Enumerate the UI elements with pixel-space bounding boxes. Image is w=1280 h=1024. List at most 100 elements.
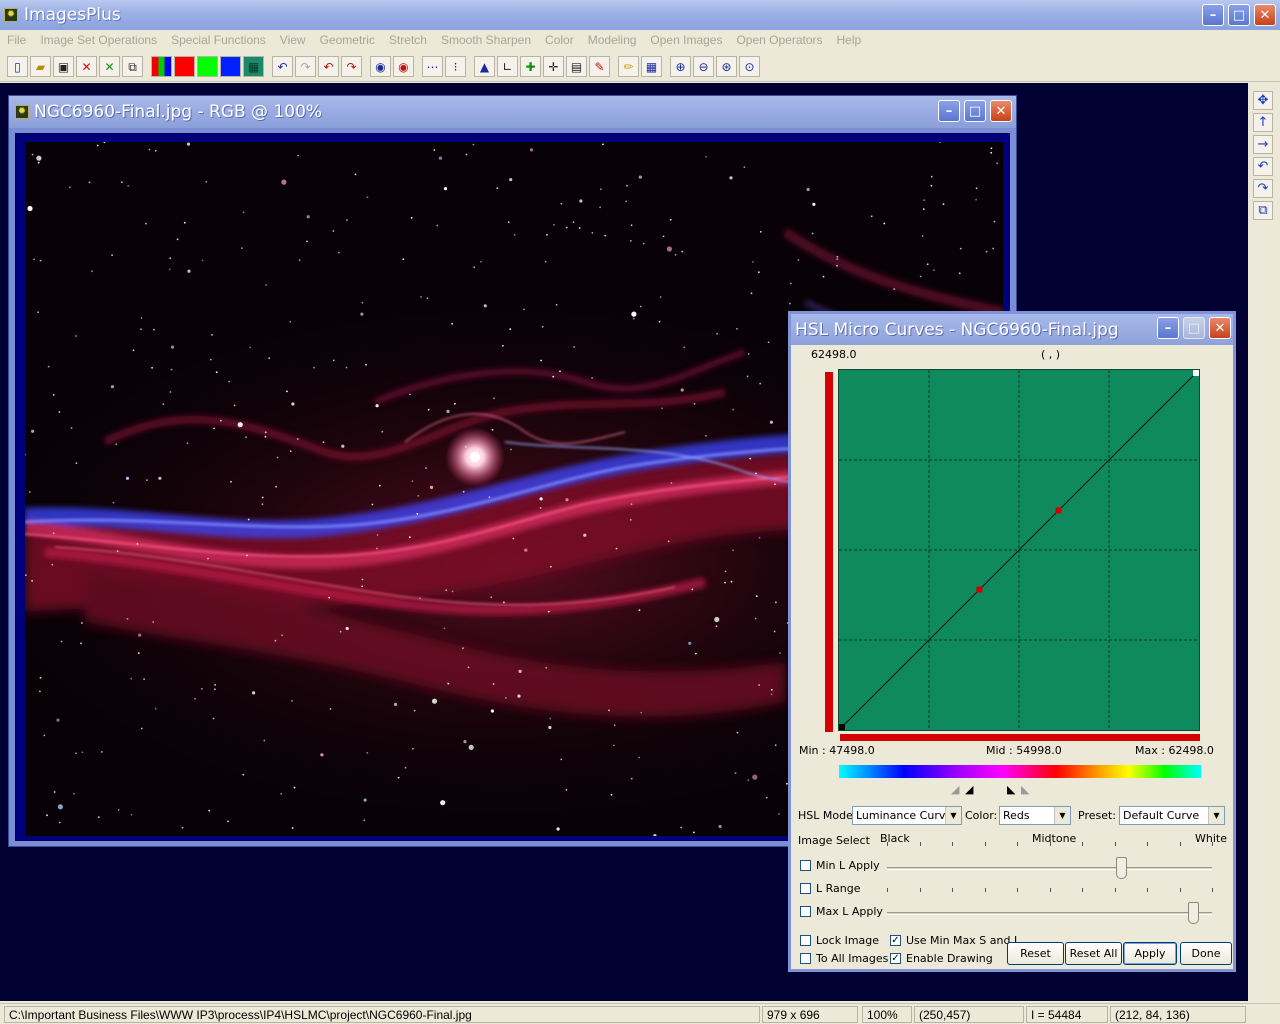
- menu-special-functions[interactable]: Special Functions: [164, 33, 273, 47]
- green-channel-icon[interactable]: [197, 56, 218, 77]
- use-min-max-checkbox[interactable]: ✓: [890, 935, 901, 946]
- curve-control-point[interactable]: [976, 586, 983, 593]
- image-window-titlebar[interactable]: ✹ NGC6960-Final.jpg - RGB @ 100%: [9, 96, 1016, 128]
- paint-icon[interactable]: ✎: [589, 56, 610, 77]
- slider-thumb[interactable]: [1116, 857, 1127, 879]
- rotate-right-icon[interactable]: ↷: [1253, 179, 1273, 198]
- dialog-close-button[interactable]: ✕: [1209, 317, 1231, 339]
- plus-icon[interactable]: ✚: [520, 56, 541, 77]
- save-icon[interactable]: ▣: [53, 56, 74, 77]
- copy-icon[interactable]: ⧉: [1253, 201, 1273, 220]
- min-l-apply-checkbox[interactable]: [800, 860, 811, 871]
- arrow-up-icon[interactable]: ↑: [1253, 113, 1273, 132]
- table-icon[interactable]: ▦: [641, 56, 662, 77]
- slider-thumb[interactable]: [1187, 902, 1199, 924]
- l-range-checkbox[interactable]: [800, 883, 811, 894]
- close-red-icon[interactable]: ✕: [76, 56, 97, 77]
- menu-view[interactable]: View: [273, 33, 313, 47]
- enable-drawing-checkbox[interactable]: ✓: [890, 953, 901, 964]
- hue-marker-right-grey-icon[interactable]: ◣: [1021, 784, 1029, 795]
- redo-red-icon[interactable]: ↷: [341, 56, 362, 77]
- max-l-apply-checkbox[interactable]: [800, 906, 811, 917]
- maximize-button[interactable]: □: [1228, 4, 1250, 26]
- crosshair-icon[interactable]: ✛: [543, 56, 564, 77]
- zoom-in-icon[interactable]: ⊕: [670, 56, 691, 77]
- redo-icon[interactable]: ↷: [295, 56, 316, 77]
- points-icon[interactable]: ⁝: [445, 56, 466, 77]
- star: [146, 479, 148, 481]
- undo-red-icon[interactable]: ↶: [318, 56, 339, 77]
- rgb-icon[interactable]: [151, 56, 172, 77]
- zoom-fit-icon[interactable]: ⊛: [716, 56, 737, 77]
- curve-control-point[interactable]: [839, 724, 845, 730]
- star: [117, 809, 120, 811]
- calculator-icon[interactable]: ▤: [566, 56, 587, 77]
- menu-open-images[interactable]: Open Images: [643, 33, 729, 47]
- rotate-left-icon[interactable]: ↶: [1253, 157, 1273, 176]
- curve-control-point[interactable]: [1193, 370, 1199, 376]
- menu-smooth-sharpen[interactable]: Smooth Sharpen: [434, 33, 538, 47]
- image-minimize-button[interactable]: –: [938, 100, 960, 122]
- menu-help[interactable]: Help: [830, 33, 869, 47]
- star: [242, 211, 245, 214]
- dialog-minimize-button[interactable]: –: [1157, 317, 1179, 339]
- menu-modeling[interactable]: Modeling: [581, 33, 644, 47]
- color-select[interactable]: Reds ▼: [999, 806, 1071, 825]
- max-l-slider[interactable]: [887, 888, 1213, 924]
- hue-spectrum-bar[interactable]: [839, 765, 1201, 778]
- hsl-mode-select[interactable]: Luminance Curve ▼: [852, 806, 962, 825]
- hsl-micro-curves-dialog[interactable]: HSL Micro Curves - NGC6960-Final.jpg – □…: [788, 311, 1236, 972]
- arrow-right-icon[interactable]: →: [1253, 135, 1273, 154]
- reset-button[interactable]: Reset: [1007, 942, 1064, 965]
- star: [747, 779, 750, 782]
- histogram-icon[interactable]: ▲: [474, 56, 495, 77]
- close-button[interactable]: ✕: [1254, 4, 1276, 26]
- image-close-button[interactable]: ✕: [990, 100, 1012, 122]
- star: [443, 627, 446, 630]
- menu-open-operators[interactable]: Open Operators: [729, 33, 829, 47]
- lock-image-checkbox[interactable]: [800, 935, 811, 946]
- menu-geometric[interactable]: Geometric: [313, 33, 382, 47]
- grid-icon[interactable]: ▦: [243, 56, 264, 77]
- open-icon[interactable]: ▰: [30, 56, 51, 77]
- red-channel-icon[interactable]: [174, 56, 195, 77]
- minimize-button[interactable]: –: [1202, 4, 1224, 26]
- menu-image-set-operations[interactable]: Image Set Operations: [33, 33, 164, 47]
- hue-marker-left-grey-icon[interactable]: ◢: [951, 784, 959, 795]
- menu-file[interactable]: File: [0, 33, 33, 47]
- pencil-icon[interactable]: ✏: [618, 56, 639, 77]
- new-icon[interactable]: ▯: [7, 56, 28, 77]
- curve-editor[interactable]: [838, 369, 1200, 731]
- star: [625, 200, 628, 203]
- menu-color[interactable]: Color: [538, 33, 581, 47]
- star: [280, 793, 283, 795]
- apply-button[interactable]: Apply: [1123, 942, 1177, 965]
- axis-icon[interactable]: ∟: [497, 56, 518, 77]
- close-green-icon[interactable]: ✕: [99, 56, 120, 77]
- min-l-slider[interactable]: [887, 842, 1213, 879]
- window-icon[interactable]: ⧉: [122, 56, 143, 77]
- mid-label: Mid : 54998.0: [986, 744, 1062, 757]
- hue-marker-left-icon[interactable]: ◢: [965, 784, 973, 795]
- star: [691, 588, 694, 591]
- done-button[interactable]: Done: [1180, 942, 1232, 965]
- reset-all-button[interactable]: Reset All: [1065, 942, 1122, 965]
- undo-icon[interactable]: ↶: [272, 56, 293, 77]
- star: [638, 756, 640, 759]
- star: [990, 151, 993, 154]
- move-icon[interactable]: ✥: [1253, 91, 1273, 110]
- to-all-images-checkbox[interactable]: [800, 953, 811, 964]
- blue-channel-icon[interactable]: [220, 56, 241, 77]
- curve-control-point[interactable]: [1055, 507, 1062, 514]
- hue-marker-right-icon[interactable]: ◣: [1007, 784, 1015, 795]
- star: [289, 320, 292, 323]
- dots-icon[interactable]: ⋯: [422, 56, 443, 77]
- image-maximize-button[interactable]: □: [964, 100, 986, 122]
- star: [438, 156, 442, 160]
- circle-blue-icon[interactable]: ◉: [370, 56, 391, 77]
- preset-select[interactable]: Default Curve ▼: [1119, 806, 1225, 825]
- circle-red-icon[interactable]: ◉: [393, 56, 414, 77]
- menu-stretch[interactable]: Stretch: [382, 33, 434, 47]
- zoom-out-icon[interactable]: ⊖: [693, 56, 714, 77]
- zoom-reset-icon[interactable]: ⊙: [739, 56, 760, 77]
